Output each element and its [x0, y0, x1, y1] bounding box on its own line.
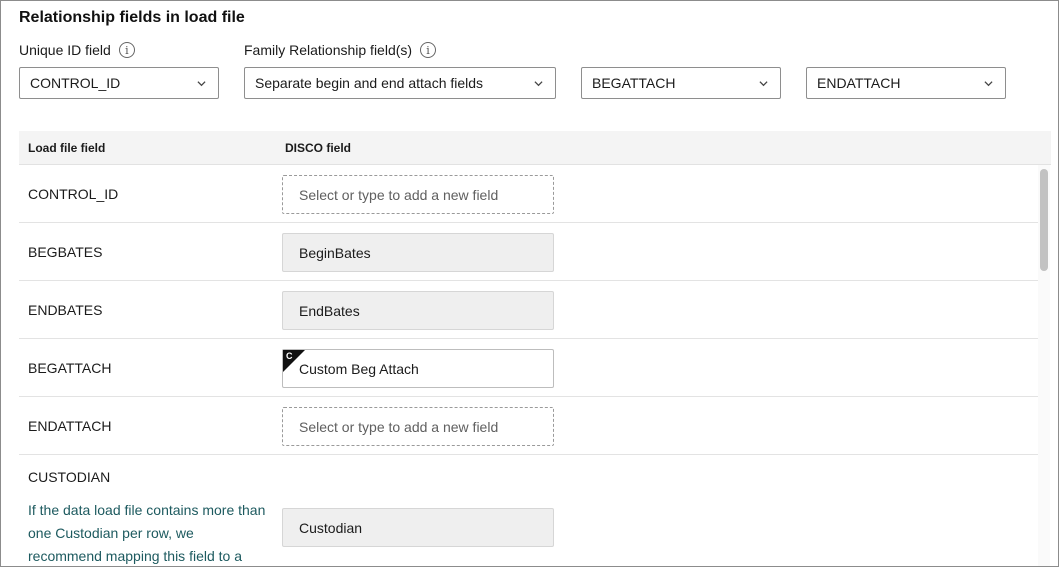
- unique-id-label: Unique ID field: [19, 42, 111, 58]
- load-file-field: ENDBATES: [28, 302, 103, 318]
- family-mode-value: Separate begin and end attach fields: [255, 75, 484, 91]
- load-file-field: BEGBATES: [28, 244, 103, 260]
- section-title: Relationship fields in load file: [19, 9, 245, 26]
- table-row: CONTROL_ID Select or type to add a new f…: [19, 165, 1039, 223]
- table-header: Load file field DISCO field: [19, 131, 1051, 165]
- disco-field-value: Custom Beg Attach: [299, 360, 419, 377]
- table-row: BEGATTACH C Custom Beg Attach: [19, 339, 1039, 397]
- family-label-row: Family Relationship field(s) i: [244, 42, 437, 58]
- disco-field-placeholder: Select or type to add a new field: [299, 418, 499, 435]
- unique-id-value: CONTROL_ID: [30, 75, 121, 91]
- table-row: ENDBATES EndBates: [19, 281, 1039, 339]
- family-label: Family Relationship field(s): [244, 42, 413, 58]
- table-row: BEGBATES BeginBates: [19, 223, 1039, 281]
- disco-field-input[interactable]: Select or type to add a new field: [282, 175, 554, 214]
- begin-attach-select[interactable]: BEGATTACH: [581, 67, 781, 99]
- load-file-field: CONTROL_ID: [28, 186, 119, 202]
- end-attach-select[interactable]: ENDATTACH: [806, 67, 1006, 99]
- disco-field-input[interactable]: Select or type to add a new field: [282, 407, 554, 446]
- family-mode-select[interactable]: Separate begin and end attach fields: [244, 67, 556, 99]
- custom-field-badge-letter: C: [286, 351, 293, 361]
- table-row: ENDATTACH Select or type to add a new fi…: [19, 397, 1039, 455]
- disco-field-input[interactable]: EndBates: [282, 291, 554, 330]
- disco-field-value: EndBates: [299, 302, 360, 319]
- disco-field-placeholder: Select or type to add a new field: [299, 186, 499, 203]
- header-load-file-field: Load file field: [28, 141, 106, 155]
- table-scrollbar[interactable]: [1038, 165, 1050, 566]
- load-file-field: BEGATTACH: [28, 360, 112, 376]
- load-file-field: CUSTODIAN: [28, 469, 111, 485]
- field-mapping-table: Load file field DISCO field CONTROL_ID S…: [19, 131, 1051, 566]
- chevron-down-icon: [984, 81, 993, 87]
- header-disco-field: DISCO field: [285, 141, 352, 155]
- begin-attach-value: BEGATTACH: [592, 75, 676, 91]
- chevron-down-icon: [534, 81, 543, 87]
- chevron-down-icon: [197, 81, 206, 87]
- end-attach-value: ENDATTACH: [817, 75, 901, 91]
- info-icon[interactable]: i: [420, 42, 437, 58]
- disco-field-input[interactable]: BeginBates: [282, 233, 554, 272]
- chevron-down-icon: [759, 81, 768, 87]
- disco-field-value: BeginBates: [299, 244, 371, 261]
- unique-id-label-row: Unique ID field i: [19, 42, 135, 58]
- table-row: CUSTODIAN If the data load file contains…: [19, 455, 1039, 566]
- load-file-field: ENDATTACH: [28, 418, 112, 434]
- relationship-fields-panel: Relationship fields in load file Unique …: [0, 0, 1059, 567]
- disco-field-value: Custodian: [299, 519, 363, 536]
- custodian-note: If the data load file contains more than…: [28, 502, 266, 564]
- disco-field-input[interactable]: C Custom Beg Attach: [282, 349, 554, 388]
- info-icon[interactable]: i: [118, 42, 135, 58]
- disco-field-input[interactable]: Custodian: [282, 508, 554, 547]
- unique-id-select[interactable]: CONTROL_ID: [19, 67, 219, 99]
- scrollbar-thumb[interactable]: [1040, 169, 1048, 271]
